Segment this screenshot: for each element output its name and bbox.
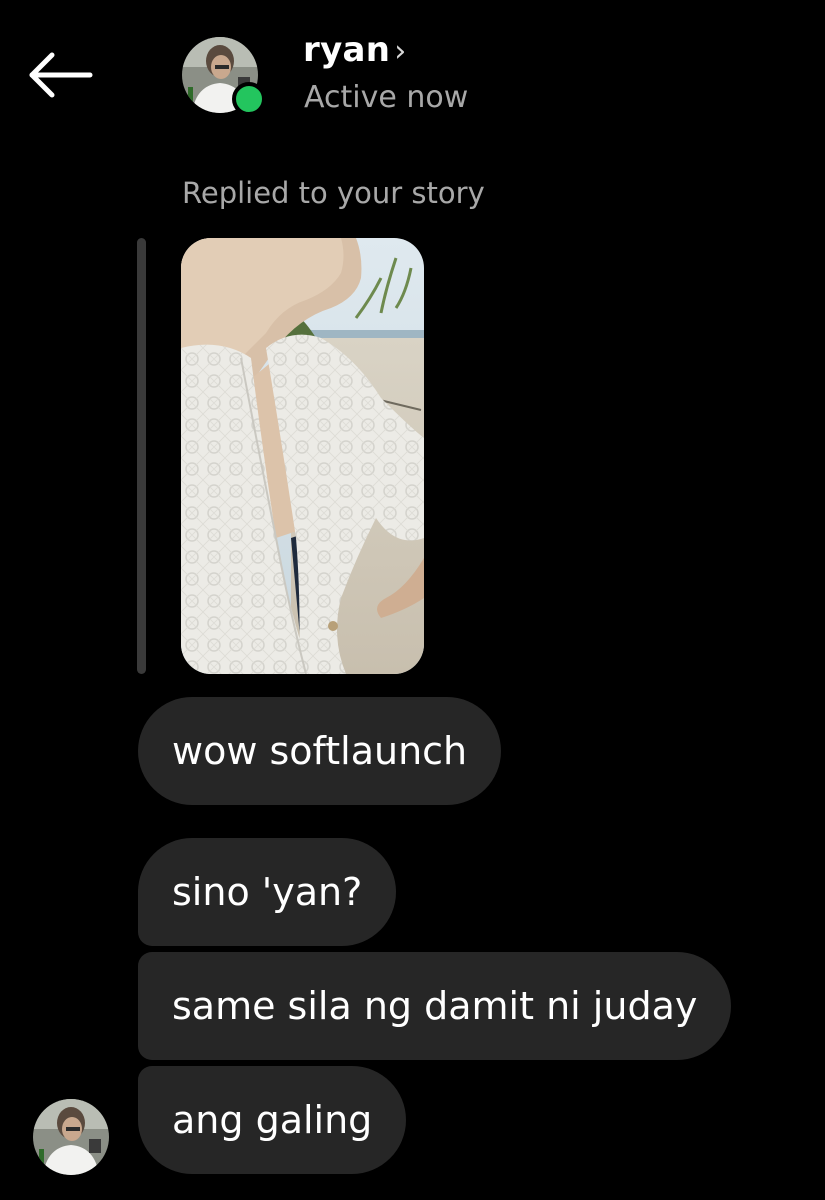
message-bubble[interactable]: wow softlaunch [138,697,502,805]
message-bubble[interactable]: sino 'yan? [138,838,397,946]
message-bubble[interactable]: same sila ng damit ni juday [138,952,732,1060]
story-photo [181,238,424,674]
chevron-right-icon: › [394,34,407,69]
back-button[interactable] [22,44,98,106]
contact-name-text: ryan [303,30,391,70]
contact-name[interactable]: ryan › [303,30,407,70]
story-thumbnail[interactable] [181,238,424,674]
avatar-photo [33,1099,109,1175]
message-bubble[interactable]: ang galing [138,1066,407,1174]
sender-avatar[interactable] [33,1099,109,1175]
reply-quote-bar [137,238,146,674]
arrow-left-icon [29,52,93,98]
active-status: Active now [304,80,469,115]
contact-avatar[interactable] [182,37,266,116]
story-reply-caption: Replied to your story [182,176,485,210]
online-indicator [232,82,266,116]
